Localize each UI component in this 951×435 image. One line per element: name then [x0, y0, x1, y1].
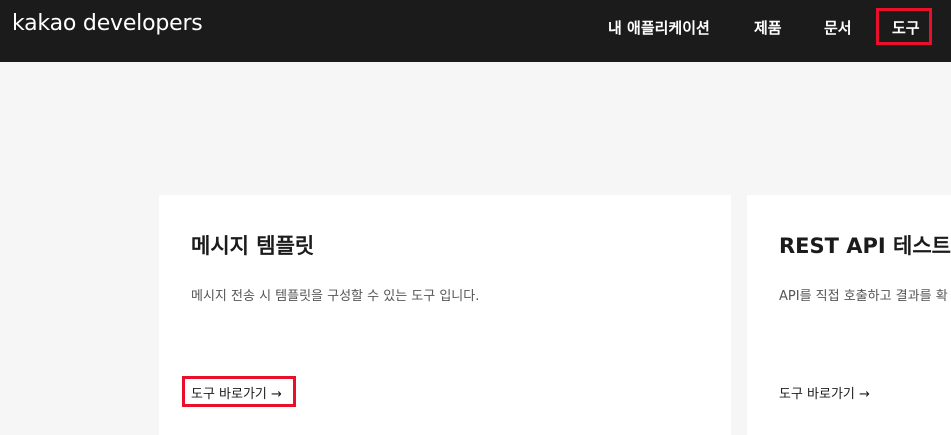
card-message-template: 메시지 템플릿 메시지 전송 시 템플릿을 구성할 수 있는 도구 입니다. 도… [159, 195, 731, 435]
nav-products[interactable]: 제품 [754, 17, 782, 38]
card-link-highlight-box [182, 376, 296, 407]
card-tool-link[interactable]: 도구 바로가기 → [779, 383, 870, 402]
card-description: API를 직접 호출하고 결과를 확 [779, 289, 948, 304]
card-title: REST API 테스트 [779, 234, 951, 258]
kakao-developers-logo[interactable]: kakao developers [12, 11, 203, 36]
nav-tools-highlight-box [876, 8, 932, 45]
card-rest-api-test: REST API 테스트 API를 직접 호출하고 결과를 확 도구 바로가기 … [747, 195, 951, 435]
nav-my-applications[interactable]: 내 애플리케이션 [608, 17, 710, 38]
card-description: 메시지 전송 시 템플릿을 구성할 수 있는 도구 입니다. [191, 289, 480, 304]
nav-docs[interactable]: 문서 [824, 17, 852, 38]
top-navigation-bar: kakao developers 내 애플리케이션 제품 문서 도구 [0, 0, 951, 62]
card-title: 메시지 템플릿 [191, 234, 315, 258]
